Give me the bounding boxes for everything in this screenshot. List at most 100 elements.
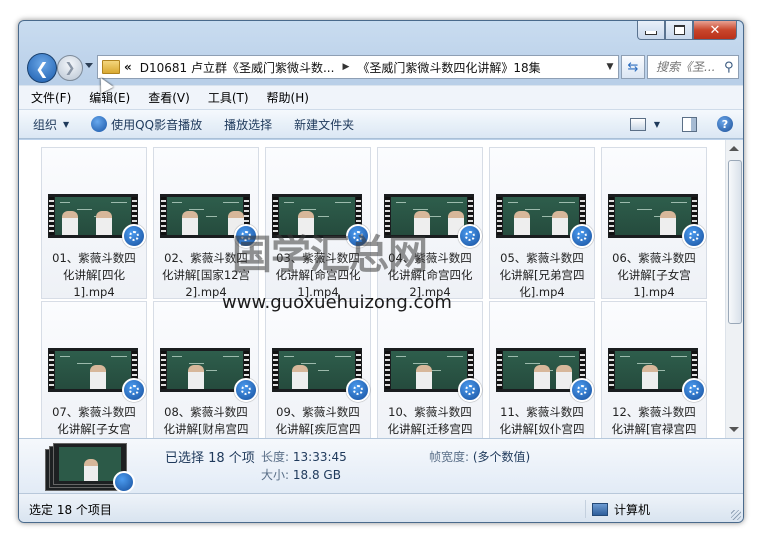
- forward-button[interactable]: ❯: [57, 55, 83, 81]
- scroll-down-icon[interactable]: [729, 427, 739, 432]
- play-with-qq-label: 使用QQ影音播放: [111, 117, 203, 132]
- maximize-button[interactable]: [665, 21, 693, 40]
- preview-pane-icon[interactable]: [682, 116, 697, 132]
- qq-player-icon: [91, 116, 108, 132]
- status-zone-label: 计算机: [614, 502, 651, 517]
- file-item[interactable]: 05、紫薇斗数四 化讲解[兄弟宫四 化].mp4: [489, 147, 595, 299]
- close-button[interactable]: ✕: [693, 21, 737, 40]
- qq-player-badge-icon: [234, 378, 258, 402]
- address-overflow-chevron[interactable]: «: [124, 60, 132, 74]
- file-item[interactable]: 07、紫薇斗数四化讲解[子女宫2].mp4: [41, 301, 147, 438]
- menu-bar: 文件(F) 编辑(E) 查看(V) 工具(T) 帮助(H): [19, 85, 743, 109]
- file-name: 03、紫薇斗数四 化讲解[命宫四化 1].mp4: [266, 250, 370, 301]
- play-selection-button[interactable]: 播放选择: [224, 116, 272, 133]
- file-name-line: 08、紫薇斗数四: [164, 405, 248, 419]
- menu-file[interactable]: 文件(F): [31, 89, 71, 106]
- breadcrumb: « D10681 卢立群《圣威门紫微斗数... ▶ 《圣威门紫微斗数四化讲解》1…: [124, 59, 602, 76]
- scroll-up-icon[interactable]: [729, 146, 739, 151]
- refresh-button[interactable]: ⇆: [621, 55, 645, 79]
- file-name-line: 2].mp4: [185, 285, 227, 299]
- back-arrow-icon: ❮: [35, 58, 49, 78]
- file-name-line: 1].mp4: [73, 285, 115, 299]
- file-name-line: 化讲解[迁移宫四: [387, 422, 473, 436]
- file-name-line: 01、紫薇斗数四: [52, 251, 136, 265]
- chevron-down-icon: ▼: [63, 119, 70, 129]
- command-bar: 组织 ▼ 使用QQ影音播放 播放选择 新建文件夹 ▼ ?: [19, 109, 743, 139]
- file-name-line: 化讲解[疾厄宫四: [275, 422, 361, 436]
- file-item[interactable]: 06、紫薇斗数四 化讲解[子女宫 1].mp4: [601, 147, 707, 299]
- breadcrumb-item-parent[interactable]: D10681 卢立群《圣威门紫微斗数...: [140, 59, 335, 76]
- file-name-line: 化讲解[财帛宫四: [163, 422, 249, 436]
- play-selection-label: 播放选择: [224, 117, 273, 132]
- breadcrumb-item-current[interactable]: 《圣威门紫微斗数四化讲解》18集: [357, 59, 540, 76]
- size-field: 大小: 18.8 GB: [261, 466, 341, 483]
- file-name-line: 化讲解[命宫四化: [387, 268, 473, 282]
- organize-button[interactable]: 组织 ▼: [33, 116, 69, 133]
- search-input[interactable]: [654, 59, 724, 75]
- recent-pages-chevron-icon[interactable]: [85, 63, 93, 68]
- explorer-window: ✕ ❮ ❯ « D10681 卢立群《圣威门紫微斗数... ▶ 《圣威门紫微斗数…: [18, 20, 744, 523]
- search-box[interactable]: ⚲: [647, 55, 739, 79]
- minimize-button[interactable]: [637, 21, 665, 40]
- file-name: 12、紫薇斗数四化讲解[官禄宫四化].mp4: [602, 404, 706, 438]
- file-item[interactable]: 12、紫薇斗数四化讲解[官禄宫四化].mp4: [601, 301, 707, 438]
- file-item[interactable]: 08、紫薇斗数四化讲解[财帛宫四化].mp4: [153, 301, 259, 438]
- address-bar[interactable]: « D10681 卢立群《圣威门紫微斗数... ▶ 《圣威门紫微斗数四化讲解》1…: [97, 55, 619, 79]
- new-folder-button[interactable]: 新建文件夹: [294, 116, 354, 133]
- qq-player-badge-icon: [682, 224, 706, 248]
- play-with-qq-button[interactable]: 使用QQ影音播放: [91, 116, 202, 133]
- file-name-line: 化讲解[国家12宫: [161, 268, 251, 282]
- file-name: 04、紫薇斗数四 化讲解[命宫四化 2].mp4: [378, 250, 482, 301]
- menu-help[interactable]: 帮助(H): [267, 89, 309, 106]
- file-name: 09、紫薇斗数四化讲解[疾厄宫四化].mp4: [266, 404, 370, 438]
- menu-edit[interactable]: 编辑(E): [89, 89, 130, 106]
- frame-width-field: 帧宽度: (多个数值): [429, 448, 530, 465]
- file-item[interactable]: 11、紫薇斗数四化讲解[奴仆宫四化].mp4: [489, 301, 595, 438]
- file-name-line: 化讲解[子女宫: [57, 422, 131, 436]
- length-field: 长度: 13:33:45: [261, 448, 347, 465]
- navigation-bar: ❮ ❯ « D10681 卢立群《圣威门紫微斗数... ▶ 《圣威门紫微斗数四化…: [27, 53, 739, 83]
- menu-view[interactable]: 查看(V): [148, 89, 190, 106]
- file-name: 08、紫薇斗数四化讲解[财帛宫四化].mp4: [154, 404, 258, 438]
- file-name-line: 09、紫薇斗数四: [276, 405, 360, 419]
- search-icon[interactable]: ⚲: [724, 60, 738, 75]
- file-item[interactable]: 10、紫薇斗数四化讲解[迁移宫四化].mp4: [377, 301, 483, 438]
- file-name-line: 化讲解[子女宫: [617, 268, 691, 282]
- file-name-line: 06、紫薇斗数四: [612, 251, 696, 265]
- file-list-pane[interactable]: 01、紫薇斗数四 化讲解[四化 1].mp4 02、紫薇斗数四 化讲解[国家12宫 2].…: [19, 140, 743, 438]
- size-value: 18.8 GB: [292, 468, 341, 482]
- forward-arrow-icon: ❯: [64, 60, 76, 76]
- refresh-icon: ⇆: [627, 59, 639, 75]
- maximize-icon: [673, 25, 685, 35]
- back-button[interactable]: ❮: [27, 53, 57, 83]
- size-label: 大小:: [261, 468, 290, 482]
- file-name-line: 04、紫薇斗数四: [388, 251, 472, 265]
- file-name-line: 化讲解[兄弟宫四: [499, 268, 585, 282]
- file-item[interactable]: 04、紫薇斗数四 化讲解[命宫四化 2].mp4: [377, 147, 483, 299]
- file-item[interactable]: 09、紫薇斗数四化讲解[疾厄宫四化].mp4: [265, 301, 371, 438]
- folder-icon: [102, 60, 120, 74]
- file-item[interactable]: 02、紫薇斗数四 化讲解[国家12宫 2].mp4: [153, 147, 259, 299]
- qq-player-badge-icon: [113, 471, 135, 493]
- file-name: 10、紫薇斗数四化讲解[迁移宫四化].mp4: [378, 404, 482, 438]
- file-item[interactable]: 03、紫薇斗数四 化讲解[命宫四化 1].mp4: [265, 147, 371, 299]
- file-name: 01、紫薇斗数四 化讲解[四化 1].mp4: [42, 250, 146, 301]
- help-icon[interactable]: ?: [717, 116, 733, 132]
- change-view-icon[interactable]: [629, 117, 646, 131]
- close-icon: ✕: [709, 22, 721, 38]
- qq-player-badge-icon: [682, 378, 706, 402]
- selection-thumbnail-stack: [45, 443, 135, 493]
- vertical-scrollbar[interactable]: [725, 140, 743, 438]
- qq-player-badge-icon: [122, 378, 146, 402]
- breadcrumb-separator-icon[interactable]: ▶: [342, 62, 349, 72]
- address-dropdown-icon[interactable]: ▼: [602, 62, 618, 72]
- menu-tools[interactable]: 工具(T): [208, 89, 249, 106]
- file-name-line: 11、紫薇斗数四: [500, 405, 584, 419]
- file-item[interactable]: 01、紫薇斗数四 化讲解[四化 1].mp4: [41, 147, 147, 299]
- length-value: 13:33:45: [292, 450, 347, 464]
- qq-player-badge-icon: [234, 224, 258, 248]
- view-options-chevron-icon[interactable]: ▼: [654, 120, 660, 129]
- resize-grip[interactable]: [731, 510, 741, 520]
- scrollbar-thumb[interactable]: [728, 160, 742, 324]
- file-name-line: 07、紫薇斗数四: [52, 405, 136, 419]
